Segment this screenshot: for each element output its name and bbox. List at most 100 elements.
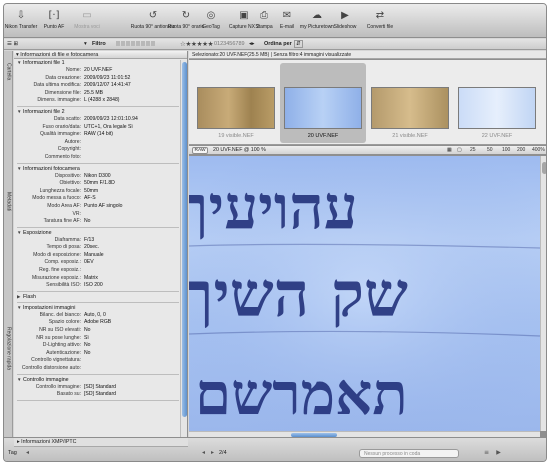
print-icon: ⎙	[260, 10, 268, 21]
filter-label[interactable]: Filtro	[92, 41, 106, 47]
fit-screen-icon[interactable]: ▢	[457, 147, 462, 154]
section-header[interactable]: ▶ Flash	[17, 293, 187, 301]
zoom-tick-25[interactable]: 25	[470, 147, 476, 154]
manuscript-image: עהויעיך שק השיך תאמרשם	[189, 156, 540, 431]
process-queue-dropdown[interactable]: Nessun processo in coda	[359, 449, 459, 458]
image-info-bar: RAW 20 UVF.NEF @ 100 % ▦ ▢ 25 50 100 200…	[189, 146, 546, 155]
section-header[interactable]: ▼ Informazioni file 1	[17, 59, 187, 67]
raw-badge[interactable]: RAW	[192, 147, 208, 154]
sort-order-dropdown[interactable]: ⇵	[294, 40, 303, 48]
zoom-tick-200[interactable]: 200	[517, 147, 525, 154]
tab-regolazione-rapida[interactable]: Regolazione rapida	[4, 311, 13, 386]
thumbnail-21-visible[interactable]: 21 visible.NEF	[367, 63, 453, 143]
viewer-vertical-scrollbar[interactable]	[540, 156, 546, 431]
list-view-icon[interactable]: ☰ ⊞	[7, 41, 18, 47]
previous-image-icon[interactable]: ◂	[199, 449, 208, 457]
info-section: ▼ Informazioni file 2 Data scatto: 2009/09/…	[14, 108, 187, 164]
info-value: Matrix	[84, 274, 98, 281]
info-row: Lunghezza focale: 50mm	[17, 188, 187, 196]
info-key: Tempo di posa:	[46, 244, 81, 251]
info-value: [SD] Standard	[84, 383, 116, 390]
thumbnail-22-uvf[interactable]: 22 UVF.NEF	[454, 63, 540, 143]
info-value: No	[84, 327, 91, 334]
info-key: Modo Area AF:	[47, 202, 81, 209]
info-row: Dimensione file: 25.5 MB	[17, 90, 187, 98]
info-key: Controllo vignettatura:	[31, 357, 81, 364]
thumbnail-20-uvf[interactable]: 20 UVF.NEF	[280, 63, 366, 143]
info-panel-header[interactable]: ▾ Informazioni di file e fotocamera	[14, 51, 187, 59]
filter-toggle-icon[interactable]: ▾	[84, 41, 87, 47]
show-items-button[interactable]: ▭ Mostra voci	[67, 9, 107, 30]
tab-metadati[interactable]: Metadati	[4, 184, 13, 220]
info-row: Dimens. immagine: L (4288 x 2848)	[17, 97, 187, 105]
section-divider	[17, 226, 179, 228]
info-row: D-Lighting attivo: No	[17, 342, 187, 350]
tab-cartella[interactable]: Cartella	[4, 55, 13, 89]
info-key: Nome:	[65, 67, 81, 73]
info-value: ISO 200	[84, 282, 103, 289]
thumbnail-strip: 19 visible.NEF 20 UVF.NEF 21 visible.NEF…	[189, 60, 546, 145]
info-row: Dispositivo: Nikon D300	[17, 173, 187, 181]
section-divider	[17, 105, 179, 107]
info-key: Lunghezza focale:	[39, 187, 81, 194]
label-color-swatches[interactable]	[116, 41, 156, 48]
xmp-iptc-header[interactable]: ▸ Informazioni XMP/IPTC	[14, 438, 188, 447]
page-counter: 2/4	[219, 450, 227, 456]
info-key: Diaframma:	[54, 236, 81, 243]
image-viewer[interactable]: עהויעיך שק השיך תאמרשם	[189, 156, 540, 431]
list-toggle-icon[interactable]: ≡	[482, 449, 491, 457]
info-value: Auto, 0, 0	[84, 311, 106, 318]
info-value: No	[84, 349, 91, 356]
section-divider	[17, 162, 179, 164]
info-row: Misurazione esposiz.: Matrix	[17, 275, 187, 283]
section-title: Impostazioni immagini	[23, 304, 76, 311]
viewer-vscroll-thumb[interactable]	[542, 162, 546, 174]
info-value: UTC+1, Ora legale Sì	[84, 123, 133, 130]
section-title: Esposizione	[23, 229, 52, 236]
section-title: Controllo immagine	[23, 376, 69, 383]
view-mode-icon[interactable]: ▦	[447, 147, 452, 154]
convert-file-button[interactable]: ⇄ Converti file	[360, 9, 400, 30]
tag-label[interactable]: Tag	[8, 450, 17, 456]
info-panel-scrollbar[interactable]	[180, 60, 187, 437]
label-filter-numbers[interactable]: 0123456789	[214, 41, 245, 47]
tag-expand-icon[interactable]: ◂	[23, 449, 32, 457]
section-title: Informazioni fotocamera	[23, 165, 80, 172]
thumbnail-19-visible[interactable]: 19 visible.NEF	[193, 63, 279, 143]
info-panel-scroll-thumb[interactable]	[182, 62, 187, 417]
info-key: Controllo immagine:	[35, 383, 81, 390]
section-header[interactable]: ▼ Informazioni file 2	[17, 108, 187, 116]
info-row: Comp. esposiz.: 0EV	[17, 259, 187, 267]
zoom-tick-400[interactable]: 400%	[532, 147, 545, 154]
section-header[interactable]: ▼ Impostazioni immagini	[17, 304, 187, 312]
info-row: Data scatto: 2009/09/23 12:01:10.94	[17, 116, 187, 124]
transfer-icon: ⇩	[16, 10, 26, 21]
zoom-tick-50[interactable]: 50	[487, 147, 493, 154]
rating-filter-stars[interactable]: ☆★★★★★	[180, 40, 213, 48]
section-title: Informazioni file 2	[23, 108, 65, 115]
info-key: Modo di esposizione:	[33, 251, 81, 258]
info-row: Reg. fine esposiz.:	[17, 267, 187, 275]
slideshow-button[interactable]: ▶ Slideshow	[327, 9, 363, 30]
info-key: Reg. fine esposiz.:	[39, 267, 81, 274]
section-divider	[17, 399, 179, 401]
sort-arrows-icon[interactable]: ◂▸	[249, 41, 255, 47]
info-value: No	[84, 218, 91, 225]
info-row: Modo di esposizione: Manuale	[17, 252, 187, 260]
zoom-tick-100[interactable]: 100	[502, 147, 510, 154]
section-header[interactable]: ▼ Controllo immagine	[17, 376, 187, 384]
play-icon[interactable]: ▶	[494, 449, 503, 457]
info-section: ▼ Informazioni file 1 Nome: 20 UVF.NEF Data …	[14, 59, 187, 107]
info-value: 25.5 MB	[84, 89, 103, 96]
next-image-icon[interactable]: ▸	[208, 449, 217, 457]
sort-by-label[interactable]: Ordina per	[264, 41, 292, 47]
section-header[interactable]: ▼ Esposizione	[17, 229, 187, 237]
info-row: NR su pose lunghe: Sì	[17, 335, 187, 343]
info-row: Tempo di posa: 20sec.	[17, 244, 187, 252]
info-value: [SD] Standard	[84, 391, 116, 398]
section-header[interactable]: ▼ Informazioni fotocamera	[17, 165, 187, 173]
section-divider	[17, 301, 179, 303]
info-row: Commento foto:	[17, 154, 187, 162]
info-value: 50mm F/1.8D	[84, 180, 115, 187]
thumbnail-image	[458, 87, 536, 129]
